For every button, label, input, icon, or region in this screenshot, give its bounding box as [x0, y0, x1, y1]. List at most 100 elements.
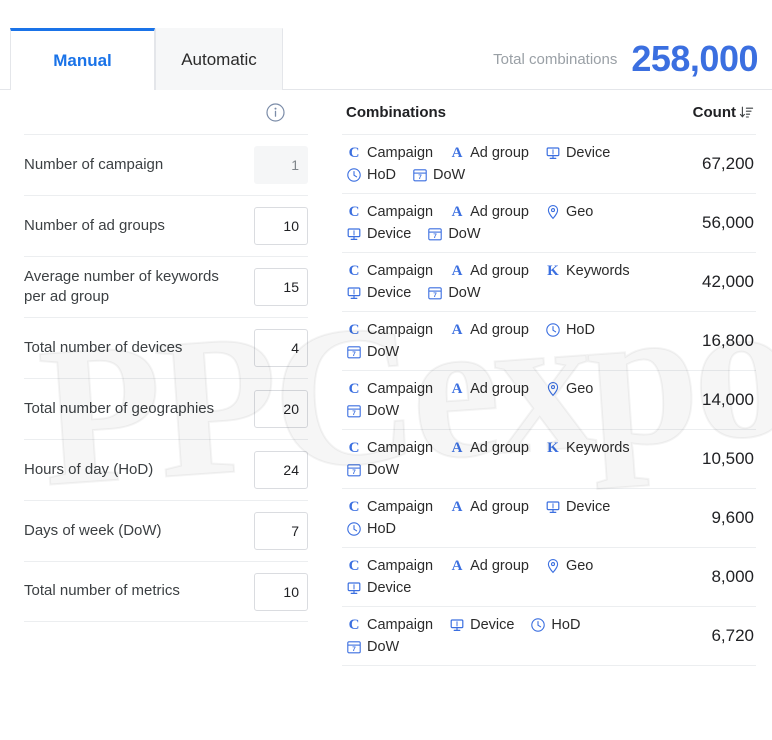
dimension-label: Keywords — [565, 263, 630, 279]
combination-row[interactable]: C Campaign A Ad group K Keywords Device 7 DoW 42,… — [342, 252, 756, 311]
dimension-chip: C Campaign — [346, 438, 434, 458]
tab-manual[interactable]: Manual — [10, 28, 155, 91]
dimension-chip: 7 DoW — [427, 224, 481, 244]
dimension-chip: Device — [346, 224, 411, 244]
column-header-count-label: Count — [692, 103, 736, 121]
field-label: Total number of metrics — [24, 582, 180, 600]
dimension-label: DoW — [367, 639, 400, 655]
dimension-chip: A Ad group — [449, 143, 529, 163]
sort-descending-icon[interactable] — [739, 105, 754, 120]
field-label: Number of ad groups — [24, 216, 165, 234]
dimension-chips: C Campaign A Ad group Geo Device — [346, 556, 646, 598]
field-input[interactable] — [254, 390, 308, 428]
dimension-chip: C Campaign — [346, 497, 434, 517]
column-header-count[interactable]: Count — [693, 104, 754, 121]
dimension-label: Device — [470, 617, 515, 633]
dimension-chips: C Campaign A Ad group Device HoD 7 DoW — [346, 143, 646, 185]
field-input — [254, 146, 308, 184]
monitor-icon — [449, 617, 465, 633]
dimension-label: Geo — [565, 381, 594, 397]
dimension-label: DoW — [448, 226, 481, 242]
dimension-chip: Geo — [545, 202, 593, 222]
svg-text:7: 7 — [352, 469, 356, 476]
combination-count: 67,200 — [702, 154, 754, 173]
combination-row[interactable]: C Campaign A Ad group Device HoD 7 DoW 67,200 — [342, 134, 756, 193]
info-icon[interactable] — [265, 102, 286, 123]
dimension-chip: C Campaign — [346, 379, 434, 399]
field-input[interactable] — [254, 512, 308, 550]
total-combinations-value: 258,000 — [631, 38, 758, 79]
dimension-label: HoD — [565, 322, 595, 338]
monitor-icon — [545, 499, 561, 515]
field-input[interactable] — [254, 451, 308, 489]
letter-c-icon: C — [348, 439, 360, 456]
tab-automatic[interactable]: Automatic — [155, 28, 283, 90]
combination-row[interactable]: C Campaign A Ad group Geo 7 DoW 14,000 — [342, 370, 756, 429]
dimension-chip: A Ad group — [449, 497, 529, 517]
dimension-chip: 7 DoW — [346, 460, 399, 480]
letter-c-icon: C — [348, 498, 360, 515]
dimension-label: Device — [367, 580, 412, 596]
letter-a-icon: A — [451, 321, 463, 338]
field-input[interactable] — [254, 268, 308, 306]
letter-c-icon: C — [348, 262, 360, 279]
dimension-chips: C Campaign Device HoD 7 DoW — [346, 615, 646, 657]
combination-count: 56,000 — [702, 213, 754, 232]
dimension-chips: C Campaign A Ad group HoD 7 DoW — [346, 320, 646, 362]
dimension-chips: C Campaign A Ad group K Keywords Device 7 DoW — [346, 261, 646, 303]
fields-list: Number of campaign Number of ad groups Ave… — [24, 134, 308, 622]
field-row: Number of campaign — [24, 134, 308, 195]
dimension-label: Ad group — [470, 381, 529, 397]
dimension-chip: HoD — [545, 320, 595, 340]
map-pin-icon — [545, 204, 561, 220]
combination-row[interactable]: C Campaign A Ad group K Keywords 7 DoW 10,500 — [342, 429, 756, 488]
dimension-chip: C Campaign — [346, 615, 434, 635]
dimension-chip: 7 DoW — [412, 165, 465, 185]
svg-text:7: 7 — [352, 351, 356, 358]
dimension-label: DoW — [367, 344, 400, 360]
total-combinations-label: Total combinations — [493, 50, 618, 68]
dimension-chip: HoD — [346, 519, 396, 539]
dimension-label: Device — [565, 145, 611, 161]
combination-row[interactable]: C Campaign A Ad group Geo Device 8,000 — [342, 547, 756, 606]
dimension-label: Ad group — [470, 263, 529, 279]
dimension-label: HoD — [367, 167, 397, 183]
combination-row[interactable]: C Campaign A Ad group HoD 7 DoW 16,800 — [342, 311, 756, 370]
dimension-chip: 7 DoW — [346, 637, 399, 657]
dimension-label: Campaign — [367, 322, 434, 338]
dimension-label: Device — [367, 285, 412, 301]
dimension-label: Ad group — [470, 145, 529, 161]
dimension-chip: A Ad group — [449, 261, 529, 281]
field-input[interactable] — [254, 329, 308, 367]
combination-row[interactable]: C Campaign A Ad group Device HoD 9,600 — [342, 488, 756, 547]
letter-c-icon: C — [348, 616, 360, 633]
letter-a-icon: A — [451, 557, 463, 574]
field-row: Total number of devices — [24, 317, 308, 378]
combination-row[interactable]: C Campaign Device HoD 7 DoW 6,720 — [342, 606, 756, 666]
combination-count: 6,720 — [711, 626, 754, 645]
field-input[interactable] — [254, 572, 308, 611]
dimension-chip: HoD — [530, 615, 580, 635]
svg-text:7: 7 — [434, 233, 438, 240]
tab-bar: Manual Automatic Total combinations 258,… — [0, 28, 772, 91]
monitor-icon — [346, 226, 362, 242]
dimension-chips: C Campaign A Ad group K Keywords 7 DoW — [346, 438, 646, 480]
svg-text:7: 7 — [352, 646, 356, 653]
dimension-chip: Device — [346, 283, 411, 303]
tab-manual-label: Manual — [53, 50, 112, 70]
dimension-chip: C Campaign — [346, 556, 434, 576]
field-input[interactable] — [254, 207, 308, 245]
dimension-chip: A Ad group — [449, 320, 529, 340]
field-row: Days of week (DoW) — [24, 500, 308, 561]
dimension-chip: A Ad group — [449, 438, 529, 458]
combination-row[interactable]: C Campaign A Ad group Geo Device 7 DoW 56,000 — [342, 193, 756, 252]
field-label: Hours of day (HoD) — [24, 460, 154, 478]
combination-count: 16,800 — [702, 331, 754, 350]
dimension-label: DoW — [433, 167, 466, 183]
dimension-label: Device — [565, 499, 611, 515]
calendar-icon: 7 — [412, 167, 428, 183]
letter-a-icon: A — [451, 262, 463, 279]
field-label: Total number of devices — [24, 338, 183, 356]
letter-c-icon: C — [348, 203, 360, 220]
dimension-label: Device — [367, 226, 412, 242]
